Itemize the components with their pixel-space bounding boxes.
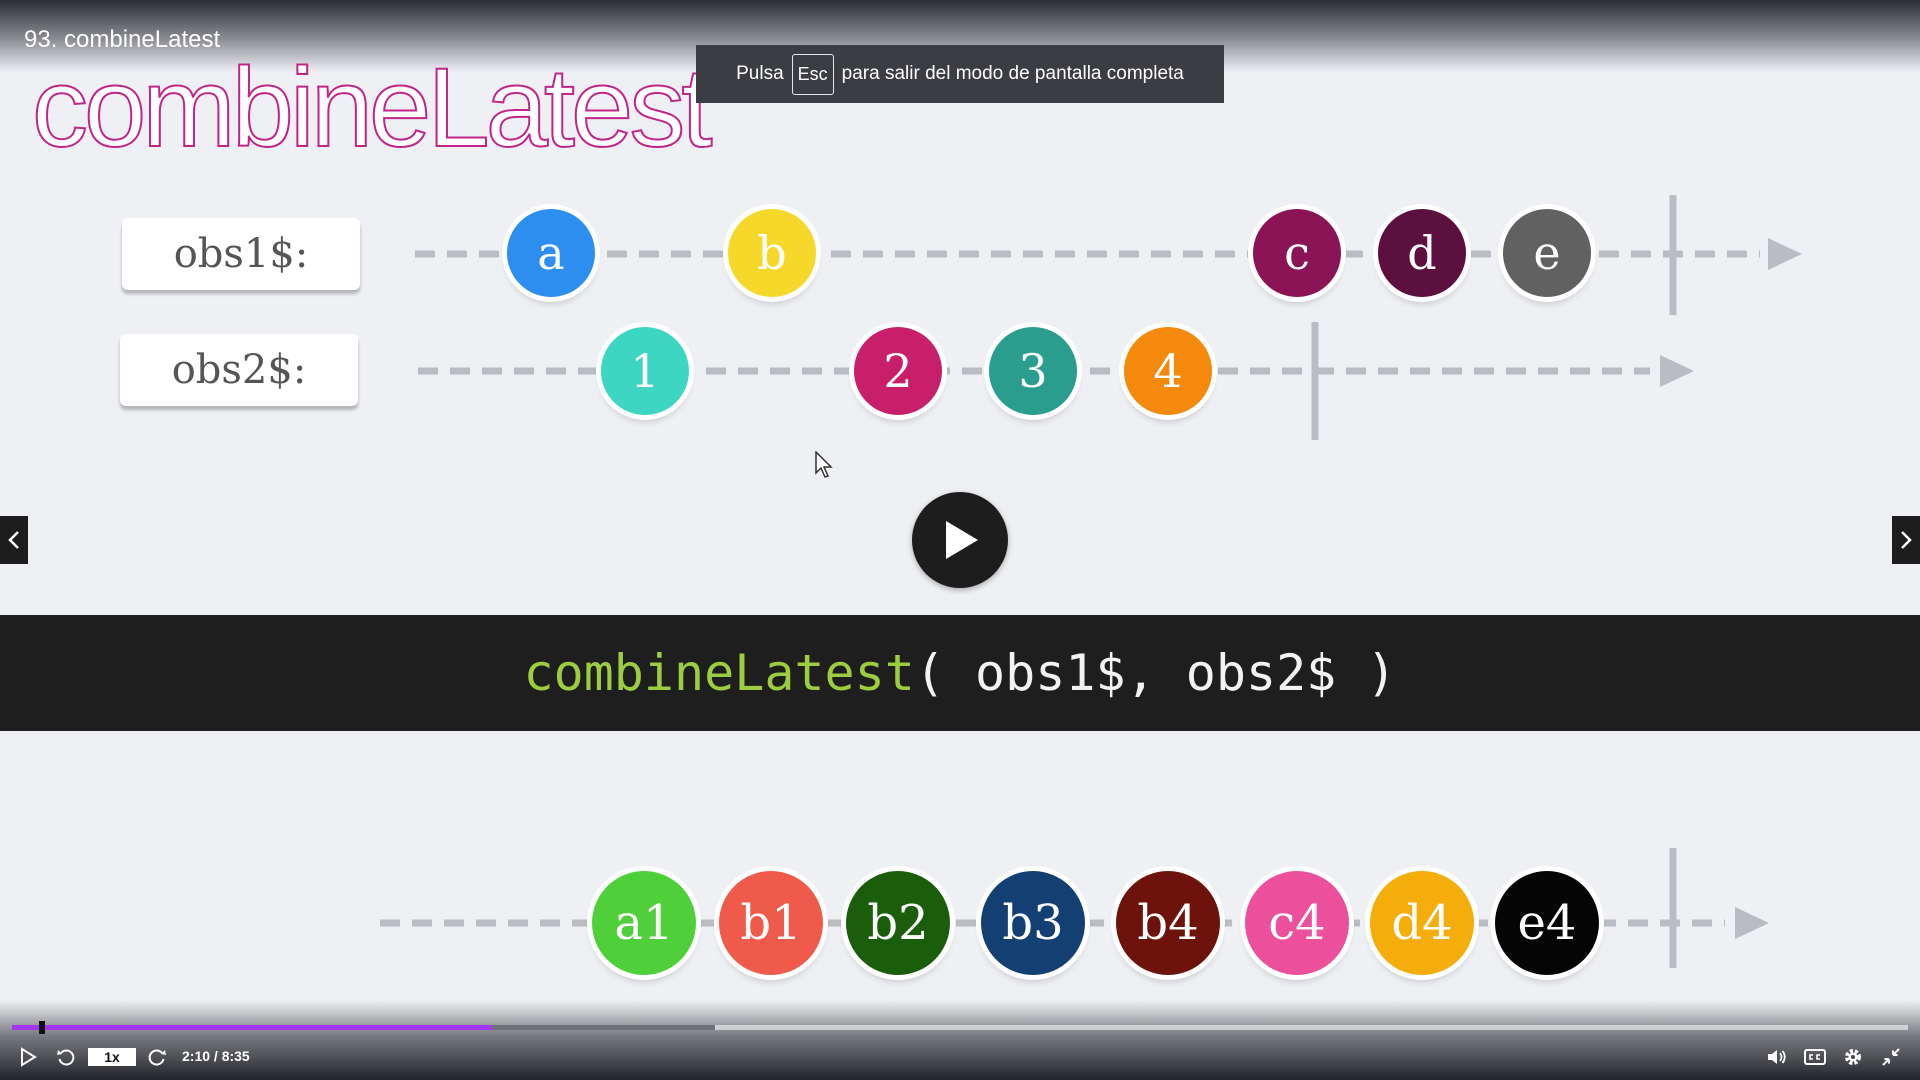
obs1-label: obs1$: bbox=[122, 218, 360, 290]
obs1-marble-b: b bbox=[728, 209, 816, 297]
next-lecture-button[interactable] bbox=[1892, 516, 1920, 564]
obs1-arrowhead bbox=[1768, 238, 1802, 270]
exit-fullscreen-icon bbox=[1882, 1048, 1900, 1066]
captions-button[interactable] bbox=[1802, 1046, 1828, 1068]
obs2-marble-1: 1 bbox=[601, 327, 689, 415]
result-marble-b1: b1 bbox=[719, 871, 823, 975]
chevron-left-icon bbox=[8, 531, 19, 549]
forward-button[interactable] bbox=[145, 1046, 169, 1068]
mouse-pointer-icon bbox=[815, 450, 835, 484]
obs2-label: obs2$: bbox=[120, 334, 358, 406]
progress-handle[interactable] bbox=[39, 1021, 45, 1034]
obs1-marble-e: e bbox=[1503, 209, 1591, 297]
previous-lecture-button[interactable] bbox=[0, 516, 28, 564]
obs2-marble-4: 4 bbox=[1124, 327, 1212, 415]
gear-icon bbox=[1845, 1049, 1861, 1065]
playback-speed-button[interactable]: 1x bbox=[88, 1048, 136, 1066]
obs1-marble-a: a bbox=[507, 209, 595, 297]
progress-bar[interactable] bbox=[12, 1021, 1908, 1034]
result-marble-b2: b2 bbox=[846, 871, 950, 975]
result-marble-a1: a1 bbox=[592, 871, 696, 975]
code-band: combineLatest( obs1$, obs2$ ) bbox=[0, 615, 1920, 731]
obs1-marble-d: d bbox=[1378, 209, 1466, 297]
forward-icon bbox=[148, 1049, 166, 1066]
obs2-arrowhead bbox=[1660, 355, 1694, 387]
exit-fullscreen-button[interactable] bbox=[1878, 1046, 1904, 1068]
settings-button[interactable] bbox=[1840, 1046, 1866, 1068]
volume-button[interactable] bbox=[1764, 1046, 1790, 1068]
code-function-name: combineLatest bbox=[523, 644, 915, 702]
play-overlay-button[interactable] bbox=[912, 492, 1008, 588]
chevron-right-icon bbox=[1901, 531, 1912, 549]
rewind-icon bbox=[57, 1049, 75, 1066]
result-marble-b3: b3 bbox=[981, 871, 1085, 975]
code-arguments: ( obs1$, obs2$ ) bbox=[914, 644, 1397, 702]
time-display: 2:10 / 8:35 bbox=[182, 1048, 250, 1064]
captions-icon bbox=[1804, 1049, 1826, 1065]
result-marble-b4: b4 bbox=[1116, 871, 1220, 975]
controls-gradient bbox=[0, 1000, 1920, 1080]
obs2-marble-3: 3 bbox=[989, 327, 1077, 415]
play-icon bbox=[946, 521, 978, 559]
result-marble-d4: d4 bbox=[1370, 871, 1474, 975]
result-marble-e4: e4 bbox=[1495, 871, 1599, 975]
volume-icon bbox=[1768, 1050, 1786, 1064]
rewind-button[interactable] bbox=[54, 1046, 78, 1068]
play-icon bbox=[21, 1047, 37, 1067]
obs1-marble-c: c bbox=[1253, 209, 1341, 297]
play-button[interactable] bbox=[16, 1046, 40, 1068]
result-marble-c4: c4 bbox=[1245, 871, 1349, 975]
progress-played bbox=[12, 1025, 492, 1030]
result-arrowhead bbox=[1735, 907, 1769, 939]
obs2-marble-2: 2 bbox=[854, 327, 942, 415]
